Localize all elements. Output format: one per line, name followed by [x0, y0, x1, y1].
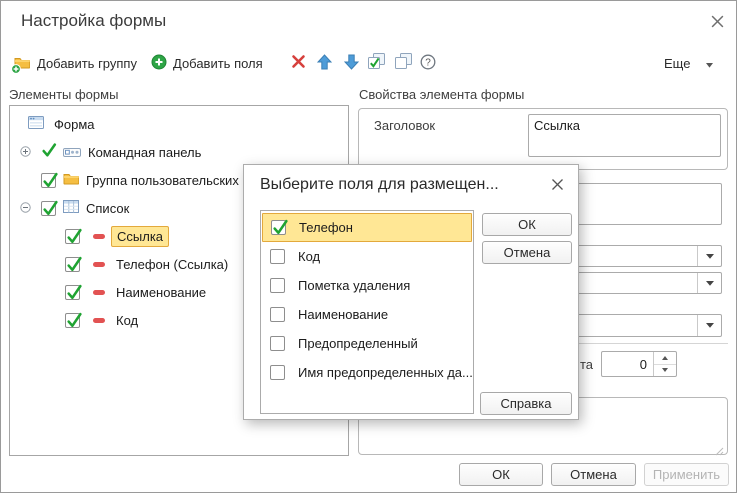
- dropdown-arrow-icon[interactable]: [697, 246, 721, 266]
- svg-text:?: ?: [425, 57, 431, 68]
- collapse-minus-icon[interactable]: [20, 201, 31, 216]
- title-input[interactable]: Ссылка: [528, 114, 721, 157]
- copy-pages-icon: [395, 53, 413, 73]
- chevron-down-icon: [706, 56, 713, 71]
- expand-plus-icon[interactable]: [20, 145, 31, 160]
- command-panel-icon: [63, 145, 81, 160]
- tree-item-label: Телефон (Ссылка): [116, 257, 228, 272]
- height-spinner[interactable]: 0: [601, 351, 677, 377]
- arrow-up-icon: [317, 54, 332, 73]
- table-icon: [63, 200, 79, 216]
- checkbox-unchecked[interactable]: [270, 278, 285, 293]
- dialog-cancel-button[interactable]: Отмена: [482, 241, 572, 264]
- tree-item-label: Форма: [54, 117, 95, 132]
- delete-button[interactable]: [286, 51, 310, 75]
- footer-apply-button[interactable]: Применить: [644, 463, 729, 486]
- more-button[interactable]: Еще: [664, 51, 713, 75]
- checkbox-checked[interactable]: [65, 257, 80, 272]
- footer-ok-button[interactable]: ОК: [459, 463, 543, 486]
- field-icon: [93, 290, 105, 295]
- checkbox-checked[interactable]: [65, 229, 80, 244]
- folder-plus-icon: [14, 55, 31, 71]
- field-label: Предопределенный: [298, 336, 418, 351]
- field-row-pometka-udaleniya[interactable]: Пометка удаления: [261, 271, 473, 300]
- form-icon: [28, 116, 44, 132]
- spinner-down-button[interactable]: [654, 365, 676, 377]
- title-property-label: Заголовок: [374, 118, 435, 133]
- field-row-predopredelennyj[interactable]: Предопределенный: [261, 329, 473, 358]
- field-list: Телефон Код Пометка удаления Наименовани…: [260, 210, 474, 414]
- add-group-button[interactable]: Добавить группу: [14, 51, 137, 75]
- field-row-imya-predopredelennyh[interactable]: Имя предопределенных да...: [261, 358, 473, 387]
- checkbox-checked[interactable]: [41, 201, 56, 216]
- tree-item-label-selected: Ссылка: [111, 226, 169, 247]
- dialog-help-button[interactable]: Справка: [480, 392, 572, 415]
- add-fields-button[interactable]: Добавить поля: [151, 51, 263, 75]
- tree-item-label: Командная панель: [88, 145, 201, 160]
- more-label: Еще: [664, 56, 690, 71]
- right-panel-header: Свойства элемента формы: [359, 87, 524, 102]
- check-all-button[interactable]: [365, 51, 389, 75]
- arrow-down-icon: [344, 54, 359, 73]
- add-fields-label: Добавить поля: [173, 56, 263, 71]
- field-label: Код: [298, 249, 320, 264]
- field-select-dialog: Выберите поля для размещен... Телефон Ко…: [243, 164, 579, 420]
- checkbox-unchecked[interactable]: [270, 365, 285, 380]
- field-icon: [93, 234, 105, 239]
- title-input-value: Ссылка: [534, 118, 580, 133]
- tree-item-command-panel[interactable]: Командная панель: [10, 138, 348, 166]
- checkbox-checked[interactable]: [41, 173, 56, 188]
- help-button[interactable]: ?: [416, 51, 440, 75]
- field-label: Пометка удаления: [298, 278, 410, 293]
- tree-item-label: Наименование: [116, 285, 206, 300]
- tree-item-label: Список: [86, 201, 129, 216]
- move-down-button[interactable]: [339, 51, 363, 75]
- add-icon: [151, 54, 167, 73]
- check-icon[interactable]: [41, 145, 56, 160]
- checkbox-unchecked[interactable]: [270, 249, 285, 264]
- delete-icon: [291, 54, 306, 72]
- add-group-label: Добавить группу: [37, 56, 137, 71]
- footer-cancel-button[interactable]: Отмена: [551, 463, 636, 486]
- field-label: Наименование: [298, 307, 388, 322]
- form-settings-window: Настройка формы Добавить группу Добавить…: [0, 0, 737, 493]
- checkbox-unchecked[interactable]: [270, 336, 285, 351]
- uncheck-all-button[interactable]: [392, 51, 416, 75]
- help-icon: ?: [420, 54, 436, 73]
- spinner-up-button[interactable]: [654, 352, 676, 365]
- dropdown-arrow-icon[interactable]: [697, 273, 721, 293]
- window-title: Настройка формы: [21, 11, 166, 31]
- folder-icon: [63, 172, 79, 188]
- check-all-icon: [368, 53, 386, 73]
- dialog-ok-button[interactable]: ОК: [482, 213, 572, 236]
- tree-item-form[interactable]: Форма: [10, 110, 348, 138]
- field-row-kod[interactable]: Код: [261, 242, 473, 271]
- checkbox-unchecked[interactable]: [270, 307, 285, 322]
- resize-grip[interactable]: [715, 444, 724, 453]
- window-close-button[interactable]: [705, 11, 729, 35]
- close-icon: [551, 178, 564, 194]
- checkbox-checked[interactable]: [65, 285, 80, 300]
- field-row-telefon[interactable]: Телефон: [262, 213, 472, 242]
- move-up-button[interactable]: [312, 51, 336, 75]
- dialog-title: Выберите поля для размещен...: [260, 176, 499, 194]
- left-panel-header: Элементы формы: [9, 87, 118, 102]
- checkbox-checked[interactable]: [65, 313, 80, 328]
- field-row-naimenovanie[interactable]: Наименование: [261, 300, 473, 329]
- dialog-close-button[interactable]: [548, 177, 566, 195]
- close-icon: [710, 14, 725, 32]
- field-icon: [93, 262, 105, 267]
- checkbox-checked[interactable]: [271, 220, 286, 235]
- tree-item-label: Код: [116, 313, 138, 328]
- height-spinner-value[interactable]: 0: [602, 352, 652, 376]
- field-label: Имя предопределенных да...: [298, 365, 473, 380]
- field-label: Телефон: [299, 220, 353, 235]
- tree-item-label: Группа пользовательских: [86, 173, 239, 188]
- dropdown-arrow-icon[interactable]: [697, 315, 721, 336]
- field-icon: [93, 318, 105, 323]
